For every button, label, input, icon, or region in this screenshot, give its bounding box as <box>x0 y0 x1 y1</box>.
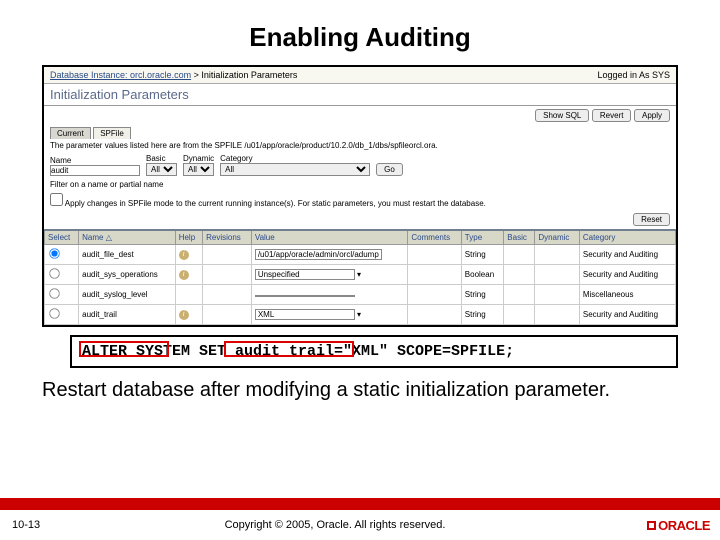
param-name: audit_sys_operations <box>79 265 176 285</box>
param-type: String <box>461 285 503 305</box>
highlight-value-box <box>224 341 354 357</box>
filter-name-input[interactable] <box>50 165 140 176</box>
copyright: Copyright © 2005, Oracle. All rights res… <box>60 519 610 531</box>
col-type[interactable]: Type <box>461 230 503 245</box>
table-header: Select Name △ Help Revisions Value Comme… <box>45 230 676 245</box>
row-select[interactable] <box>49 248 59 258</box>
param-value[interactable]: XML <box>255 309 355 320</box>
col-basic[interactable]: Basic <box>504 230 535 245</box>
table-row: audit_syslog_level String Miscellaneous <box>45 285 676 305</box>
col-dynamic[interactable]: Dynamic <box>535 230 580 245</box>
row-select[interactable] <box>49 308 59 318</box>
col-value[interactable]: Value <box>251 230 408 245</box>
col-rev[interactable]: Revisions <box>203 230 252 245</box>
param-category: Security and Auditing <box>579 305 675 325</box>
param-category: Miscellaneous <box>579 285 675 305</box>
apply-changes-note: Apply changes in SPFile mode to the curr… <box>44 191 676 210</box>
oracle-logo: ORACLE <box>610 518 720 533</box>
table-row: audit_trail i XML ▾ String Security and … <box>45 305 676 325</box>
params-table: Select Name △ Help Revisions Value Comme… <box>44 229 676 325</box>
instruction-text: Restart database after modifying a stati… <box>42 378 678 402</box>
breadcrumb-current: Initialization Parameters <box>201 70 297 80</box>
tabs: Current SPFile <box>44 125 676 139</box>
slide-number: 10-13 <box>0 519 60 531</box>
param-value[interactable] <box>255 295 355 297</box>
filter-dynamic-label: Dynamic <box>183 154 214 163</box>
param-type: String <box>461 305 503 325</box>
param-category: Security and Auditing <box>579 265 675 285</box>
apply-changes-label: Apply changes in SPFile mode to the curr… <box>65 199 486 208</box>
row-select[interactable] <box>49 268 59 278</box>
red-bar <box>0 498 720 510</box>
param-name: audit_syslog_level <box>79 285 176 305</box>
em-screenshot: Database Instance: orcl.oracle.com > Ini… <box>42 65 678 327</box>
breadcrumb-sep: > <box>194 70 199 80</box>
filter-basic-label: Basic <box>146 154 177 163</box>
col-category[interactable]: Category <box>579 230 675 245</box>
filter-name-label: Name <box>50 156 140 165</box>
footer: 10-13 Copyright © 2005, Oracle. All righ… <box>0 498 720 540</box>
filter-category-select[interactable]: All <box>220 163 370 176</box>
filter-hint: Filter on a name or partial name <box>44 178 676 191</box>
breadcrumb: Database Instance: orcl.oracle.com > Ini… <box>44 67 676 84</box>
col-comments[interactable]: Comments <box>408 230 461 245</box>
param-value[interactable]: /u01/app/oracle/admin/orcl/adump <box>255 249 382 260</box>
show-sql-button[interactable]: Show SQL <box>535 109 589 122</box>
table-row: audit_sys_operations i Unspecified ▾ Boo… <box>45 265 676 285</box>
param-name: audit_trail <box>79 305 176 325</box>
param-category: Security and Auditing <box>579 245 675 265</box>
go-button[interactable]: Go <box>376 163 403 176</box>
filter-dynamic-select[interactable]: All <box>183 163 214 176</box>
help-icon[interactable]: i <box>179 270 189 280</box>
param-type: String <box>461 245 503 265</box>
filter-row: Name Basic All Dynamic All Category All … <box>44 152 676 178</box>
reset-button[interactable]: Reset <box>633 213 670 226</box>
apply-button[interactable]: Apply <box>634 109 670 122</box>
tab-current[interactable]: Current <box>50 127 91 139</box>
row-select[interactable] <box>49 288 59 298</box>
section-heading: Initialization Parameters <box>44 84 676 106</box>
filter-category-label: Category <box>220 154 370 163</box>
col-help[interactable]: Help <box>175 230 202 245</box>
spfile-path-info: The parameter values listed here are fro… <box>44 139 676 152</box>
help-icon[interactable]: i <box>179 310 189 320</box>
tab-spfile[interactable]: SPFile <box>93 127 131 139</box>
table-row: audit_file_dest i /u01/app/oracle/admin/… <box>45 245 676 265</box>
breadcrumb-link[interactable]: Database Instance: orcl.oracle.com <box>50 70 191 80</box>
revert-button[interactable]: Revert <box>592 109 632 122</box>
param-value[interactable]: Unspecified <box>255 269 355 280</box>
param-name: audit_file_dest <box>79 245 176 265</box>
action-buttons: Show SQL Revert Apply <box>44 106 676 125</box>
filter-basic-select[interactable]: All <box>146 163 177 176</box>
help-icon[interactable]: i <box>179 250 189 260</box>
col-name[interactable]: Name △ <box>79 230 176 245</box>
highlight-name-box <box>79 341 169 357</box>
col-select[interactable]: Select <box>45 230 79 245</box>
login-status: Logged in As SYS <box>597 70 670 80</box>
slide-title: Enabling Auditing <box>0 0 720 65</box>
param-type: Boolean <box>461 265 503 285</box>
apply-checkbox[interactable] <box>50 193 63 206</box>
